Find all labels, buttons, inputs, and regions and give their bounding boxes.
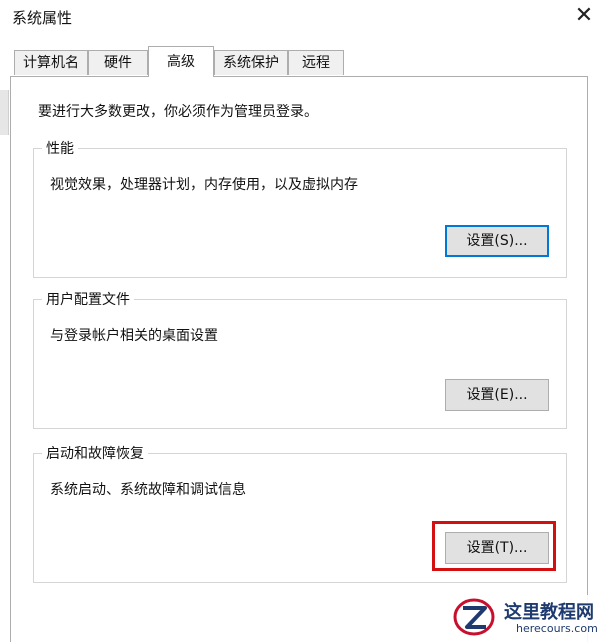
watermark-logo-icon [453,598,495,636]
tab-advanced[interactable]: 高级 [148,46,214,77]
tab-hardware[interactable]: 硬件 [88,50,148,75]
highlight-box [432,521,556,571]
watermark-title: 这里教程网 [504,602,594,623]
tab-computer-name[interactable]: 计算机名 [14,50,88,75]
user-profiles-description: 与登录帐户相关的桌面设置 [50,328,218,344]
title-bar: 系统属性 ✕ [0,0,600,34]
user-profiles-group: 用户配置文件 与登录帐户相关的桌面设置 设置(E)... [33,289,567,429]
tab-system-protection[interactable]: 系统保护 [214,50,288,75]
close-icon[interactable]: ✕ [570,2,598,30]
startup-recovery-group-title: 启动和故障恢复 [42,443,148,463]
watermark-url: herecours.com [516,622,598,635]
performance-group-title: 性能 [42,138,78,158]
background-window-edge [0,90,9,135]
window-title: 系统属性 [12,9,73,27]
performance-description: 视觉效果，处理器计划，内存使用，以及虚拟内存 [50,177,358,193]
user-profiles-group-title: 用户配置文件 [42,289,134,309]
performance-group: 性能 视觉效果，处理器计划，内存使用，以及虚拟内存 设置(S)... [33,138,567,278]
startup-recovery-description: 系统启动、系统故障和调试信息 [50,482,246,498]
user-profiles-settings-button[interactable]: 设置(E)... [445,379,549,411]
tab-remote[interactable]: 远程 [288,50,344,75]
watermark: 这里教程网 herecours.com [432,595,600,642]
admin-notice: 要进行大多数更改，你必须作为管理员登录。 [38,104,318,120]
performance-settings-button[interactable]: 设置(S)... [445,225,549,257]
